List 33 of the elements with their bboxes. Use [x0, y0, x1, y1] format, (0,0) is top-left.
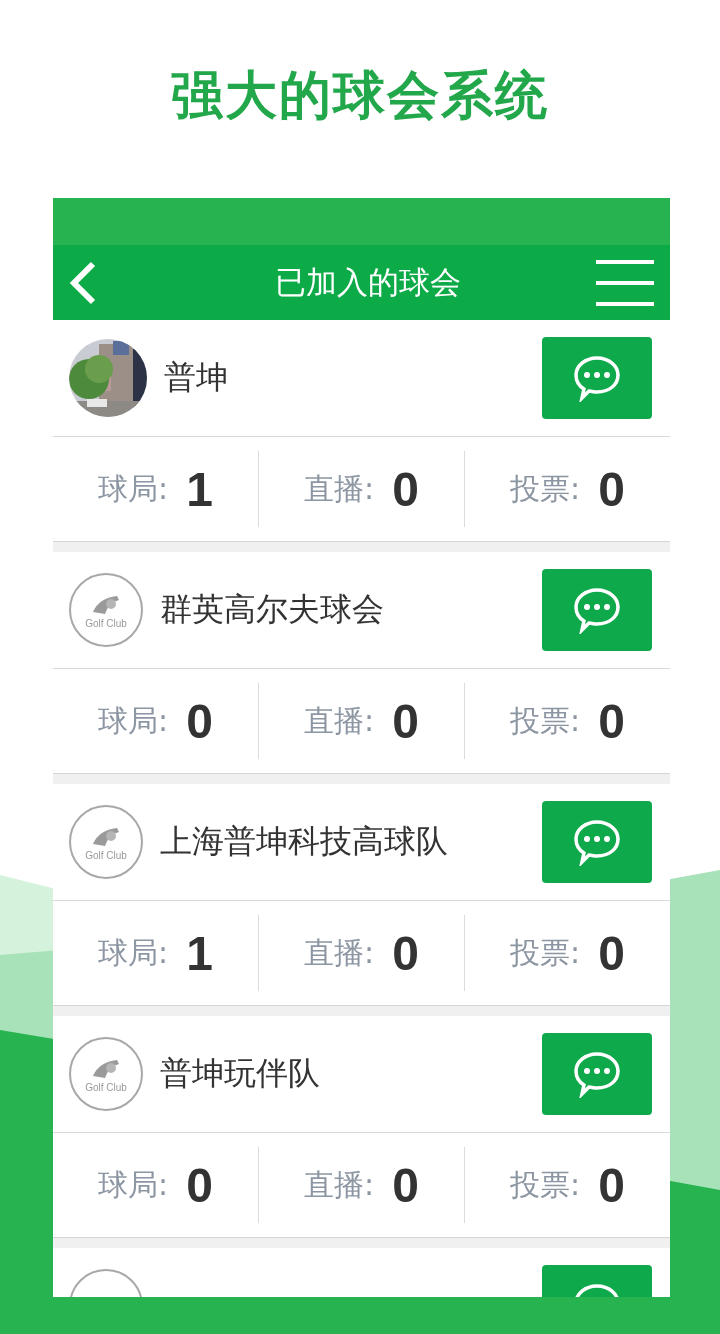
stat-label: 球局:: [98, 469, 169, 508]
stat-count: 1: [186, 461, 213, 517]
stat-label: 球局:: [98, 933, 169, 972]
stat-count: 0: [392, 1157, 419, 1213]
screen-title: 已加入的球会: [273, 262, 462, 302]
club-name[interactable]: 普坤玩伴队: [160, 1052, 525, 1096]
stat-count: 1: [186, 925, 213, 981]
stat-count: 0: [598, 925, 625, 981]
logo-text: Golf Club: [85, 849, 127, 861]
stat-label: 投票:: [510, 933, 581, 972]
stat-count: 0: [186, 693, 213, 749]
stat-count: 0: [598, 1157, 625, 1213]
stat-label: 球局:: [98, 1165, 169, 1204]
stat-count: 0: [186, 1157, 213, 1213]
club-name[interactable]: 普坤: [164, 356, 525, 400]
stat-count: 0: [598, 461, 625, 517]
logo-text: Golf Club: [85, 617, 127, 629]
logo-text: Golf Club: [85, 1081, 127, 1093]
headline: 强大的球会系统: [171, 64, 549, 127]
club-name[interactable]: 群英高尔夫球会: [160, 588, 525, 632]
stat-label: 投票:: [510, 469, 581, 508]
stat-count: 0: [392, 461, 419, 517]
stat-label: 投票:: [510, 701, 581, 740]
stat-label: 直播:: [304, 701, 375, 740]
stat-count: 0: [392, 693, 419, 749]
stat-label: 直播:: [304, 933, 375, 972]
stat-label: 直播:: [304, 1165, 375, 1204]
club-name[interactable]: 上海普坤科技高球队: [160, 820, 525, 864]
stat-label: 球局:: [98, 701, 169, 740]
stat-count: 0: [598, 693, 625, 749]
stat-label: 投票:: [510, 1165, 581, 1204]
stat-count: 0: [392, 925, 419, 981]
stat-label: 直播:: [304, 469, 375, 508]
